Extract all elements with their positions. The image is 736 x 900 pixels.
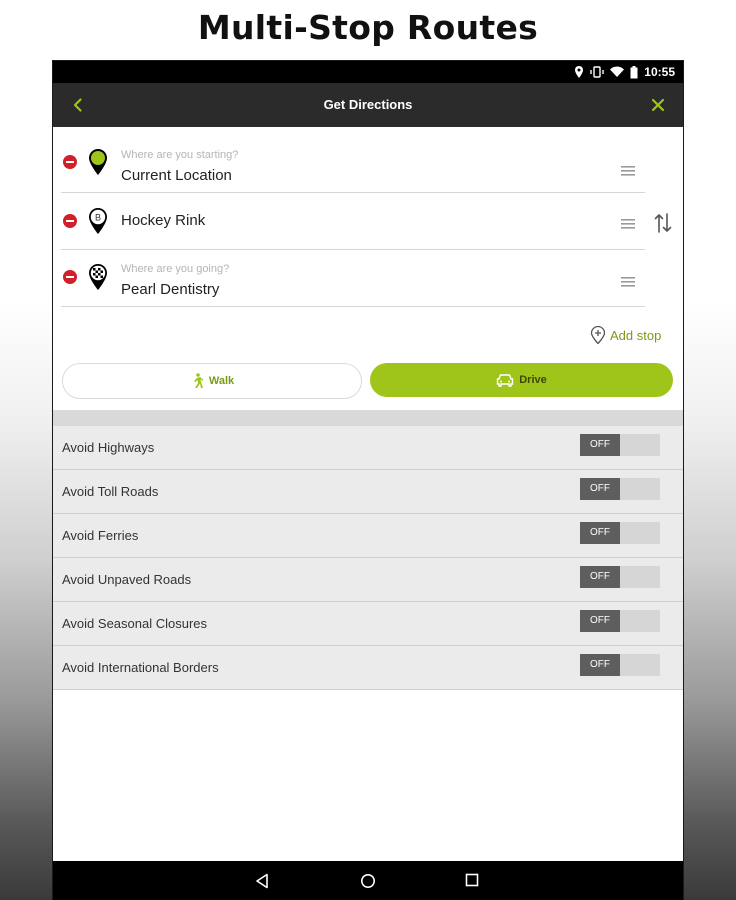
setting-label: Avoid Seasonal Closures: [62, 616, 208, 631]
car-icon: [497, 374, 514, 387]
stop-hint: Where are you going?: [121, 263, 230, 275]
status-time: 10:55: [644, 65, 675, 79]
add-location-icon: [590, 326, 606, 344]
avoid-toll-roads-toggle[interactable]: OFF: [580, 478, 660, 500]
setting-row-avoid-unpaved-roads: Avoid Unpaved Roads OFF: [53, 558, 683, 602]
stop-row-b[interactable]: B Hockey Rink: [61, 192, 645, 250]
toggle-state: OFF: [580, 478, 620, 500]
avoid-highways-toggle[interactable]: OFF: [580, 434, 660, 456]
toggle-state: OFF: [580, 610, 620, 632]
walk-icon: [193, 373, 204, 388]
stop-input-b[interactable]: Hockey Rink: [121, 212, 205, 229]
stop-row-start[interactable]: Where are you starting? Current Location: [61, 135, 645, 193]
section-divider: [53, 410, 683, 426]
app-bar: Get Directions: [53, 83, 683, 127]
location-icon: [575, 66, 584, 78]
setting-label: Avoid Ferries: [62, 528, 139, 543]
toggle-state: OFF: [580, 566, 620, 588]
add-stop-button[interactable]: Add stop: [590, 326, 661, 344]
vibrate-icon: [590, 66, 604, 78]
stop-row-destination[interactable]: Where are you going? Pearl Dentistry: [61, 249, 645, 307]
setting-label: Avoid Unpaved Roads: [62, 572, 192, 587]
status-bar: 10:55: [53, 61, 683, 83]
stop-input-start[interactable]: Current Location: [121, 167, 232, 184]
drag-handle-icon[interactable]: [621, 165, 635, 177]
toggle-state: OFF: [580, 654, 620, 676]
route-options-list: Avoid Highways OFF Avoid Toll Roads OFF …: [53, 426, 683, 690]
promo-title: Multi-Stop Routes: [197, 8, 539, 47]
setting-row-avoid-seasonal-closures: Avoid Seasonal Closures OFF: [53, 602, 683, 646]
setting-row-avoid-highways: Avoid Highways OFF: [53, 426, 683, 470]
finish-flag-marker-icon: [89, 264, 107, 290]
setting-row-avoid-ferries: Avoid Ferries OFF: [53, 514, 683, 558]
avoid-ferries-toggle[interactable]: OFF: [580, 522, 660, 544]
add-stop-label: Add stop: [610, 327, 662, 343]
setting-label: Avoid International Borders: [62, 660, 219, 675]
android-nav-bar: [53, 861, 683, 900]
drag-handle-icon[interactable]: [621, 276, 635, 288]
drive-label: Drive: [519, 374, 547, 386]
nav-home-icon[interactable]: [360, 873, 376, 889]
setting-label: Avoid Highways: [62, 440, 155, 455]
start-marker-icon: [89, 149, 107, 175]
nav-recents-icon[interactable]: [465, 873, 479, 887]
page-title: Get Directions: [323, 97, 413, 112]
remove-stop-icon[interactable]: [63, 270, 77, 284]
battery-icon: [630, 65, 638, 78]
walk-label: Walk: [208, 375, 235, 387]
setting-row-avoid-toll-roads: Avoid Toll Roads OFF: [53, 470, 683, 514]
walk-mode-button[interactable]: Walk: [62, 363, 362, 399]
waypoint-b-marker-icon: B: [89, 208, 107, 234]
setting-label: Avoid Toll Roads: [62, 484, 159, 499]
avoid-international-borders-toggle[interactable]: OFF: [580, 654, 660, 676]
remove-stop-icon[interactable]: [63, 214, 77, 228]
stop-input-destination[interactable]: Pearl Dentistry: [121, 281, 219, 298]
avoid-unpaved-roads-toggle[interactable]: OFF: [580, 566, 660, 588]
setting-row-avoid-international-borders: Avoid International Borders OFF: [53, 646, 683, 690]
swap-direction-icon[interactable]: [654, 211, 672, 235]
remove-stop-icon[interactable]: [63, 155, 77, 169]
toggle-state: OFF: [580, 434, 620, 456]
toggle-state: OFF: [580, 522, 620, 544]
wifi-icon: [610, 66, 625, 77]
svg-text:B: B: [95, 213, 101, 223]
nav-back-icon[interactable]: [255, 873, 269, 889]
drag-handle-icon[interactable]: [621, 218, 635, 230]
stop-hint: Where are you starting?: [121, 149, 239, 161]
avoid-seasonal-closures-toggle[interactable]: OFF: [580, 610, 660, 632]
drive-mode-button[interactable]: Drive: [370, 363, 673, 397]
close-icon[interactable]: [647, 94, 669, 116]
device-screen: 10:55 Get Directions Where are you start…: [53, 61, 683, 900]
